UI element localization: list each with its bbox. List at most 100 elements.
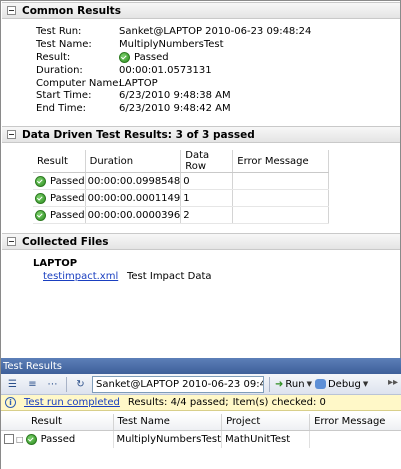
toolbar: ☰ ≡ ⋯ ↻ Sanket@LAPTOP 2010-06-23 09:4 ▼ …	[1, 374, 401, 395]
row-duration: 00:00:00.0998548	[85, 172, 182, 190]
field-label: Computer Name:	[36, 77, 122, 89]
row-result: Passed	[50, 209, 85, 221]
row-result: Passed	[50, 175, 85, 187]
row-error	[232, 189, 330, 207]
field-value-result: Passed	[119, 51, 169, 63]
debug-label: Debug	[327, 378, 361, 390]
window-titlebar: Test Results	[1, 358, 401, 374]
field-value: 00:00:01.0573131	[119, 64, 212, 76]
row-data-row: 2	[180, 206, 234, 224]
table-row[interactable]: □ Passed MultiplyNumbersTest MathUnitTes…	[1, 430, 401, 448]
column-header[interactable]: Data Row	[180, 150, 234, 173]
chevron-down-icon[interactable]: ▼	[307, 380, 312, 388]
info-icon: i	[5, 397, 16, 408]
passed-icon	[119, 51, 130, 63]
row-data-row: 1	[180, 189, 234, 207]
debug-button[interactable]: Debug ▼	[314, 378, 368, 390]
view-list-icon[interactable]: ☰	[4, 376, 21, 393]
chevron-down-icon[interactable]: ▼	[363, 380, 368, 388]
test-results-window: Test Results ☰ ≡ ⋯ ↻ Sanket@LAPTOP 2010-…	[1, 358, 401, 469]
row-error	[309, 430, 401, 448]
run-icon: ➜	[275, 378, 284, 390]
field-row: Computer Name: LAPTOP	[36, 77, 311, 90]
field-label: Start Time:	[36, 90, 92, 102]
field-value: 6/23/2010 9:48:38 AM	[119, 90, 231, 102]
passed-icon	[35, 209, 46, 221]
section-title: Data Driven Test Results: 3 of 3 passed	[22, 128, 255, 141]
section-data-driven-results[interactable]: Data Driven Test Results: 3 of 3 passed	[2, 126, 400, 143]
passed-icon	[25, 433, 37, 445]
items-checked: Item(s) checked: 0	[232, 397, 326, 408]
run-button[interactable]: ➜ Run ▼	[275, 379, 312, 390]
field-value: MultiplyNumbersTest	[119, 38, 224, 50]
run-label: Run	[285, 378, 305, 390]
table-row[interactable]: Passed 00:00:00.0998548 0	[33, 172, 330, 190]
row-checkbox[interactable]	[4, 434, 14, 445]
run-status-bar: i Test run completed Results: 4/4 passed…	[1, 395, 401, 411]
column-header[interactable]: Test Name	[113, 414, 223, 431]
test-result-report: Common Results Test Run: Sanket@LAPTOP 2…	[2, 2, 400, 346]
row-result: Passed	[50, 192, 85, 204]
row-result: Passed	[40, 433, 76, 445]
test-run-selector-value: Sanket@LAPTOP 2010-06-23 09:4	[96, 378, 264, 390]
column-header[interactable]: Project	[221, 414, 311, 431]
field-row: End Time: 6/23/2010 9:48:42 AM	[36, 102, 311, 115]
passed-icon	[35, 175, 46, 187]
table-row[interactable]: Passed 00:00:00.0000396 2	[33, 206, 330, 224]
filter-icon[interactable]: ⋯	[44, 376, 61, 393]
section-collected-files[interactable]: Collected Files	[2, 233, 400, 250]
toolbar-separator	[66, 376, 67, 392]
table-row[interactable]: Passed 00:00:00.0001149 1	[33, 189, 330, 207]
row-error	[232, 206, 330, 224]
field-row: Result: Passed	[36, 51, 311, 64]
test-item-icon: □	[16, 434, 24, 444]
column-header[interactable]: Error Message	[309, 414, 401, 431]
collapse-icon[interactable]	[7, 130, 16, 139]
column-header[interactable]: Duration	[85, 150, 182, 173]
field-row: Test Run: Sanket@LAPTOP 2010-06-23 09:48…	[36, 25, 311, 38]
section-title: Collected Files	[22, 235, 109, 248]
window-frame: Common Results Test Run: Sanket@LAPTOP 2…	[0, 0, 401, 469]
test-run-completed-link[interactable]: Test run completed	[24, 397, 120, 408]
debug-icon	[314, 379, 326, 389]
test-results-grid: Result Test Name Project Error Message □…	[1, 414, 401, 448]
row-data-row: 0	[180, 172, 234, 190]
field-label: Test Name:	[36, 38, 92, 50]
toolbar-separator	[269, 376, 270, 392]
results-summary: Results: 4/4 passed;	[127, 397, 229, 408]
group-icon[interactable]: ≡	[24, 376, 41, 393]
field-label: Test Run:	[36, 25, 82, 37]
collapse-icon[interactable]	[7, 237, 16, 246]
test-run-selector[interactable]: Sanket@LAPTOP 2010-06-23 09:4 ▼	[92, 375, 264, 393]
field-value: 6/23/2010 9:48:42 AM	[119, 103, 231, 115]
collapse-icon[interactable]	[7, 6, 16, 15]
row-test-name: MultiplyNumbersTest	[113, 430, 223, 448]
column-header[interactable]: Result	[1, 414, 114, 431]
section-common-results[interactable]: Common Results	[2, 2, 400, 19]
common-results-fields: Test Run: Sanket@LAPTOP 2010-06-23 09:48…	[36, 25, 311, 115]
collected-machine-name: LAPTOP	[33, 258, 78, 269]
field-row: Test Name: MultiplyNumbersTest	[36, 38, 311, 51]
field-row: Start Time: 6/23/2010 9:48:38 AM	[36, 89, 311, 102]
field-label: End Time:	[36, 103, 87, 115]
field-label: Result:	[36, 51, 71, 63]
column-header[interactable]: Result	[33, 150, 86, 173]
file-description: Test Impact Data	[127, 271, 212, 282]
overflow-icon[interactable]: ▸▸	[388, 377, 398, 388]
file-link[interactable]: testimpact.xml	[43, 271, 127, 282]
column-header[interactable]: Error Message	[232, 150, 330, 173]
field-value: LAPTOP	[119, 77, 158, 89]
row-duration: 00:00:00.0001149	[85, 189, 182, 207]
refresh-icon[interactable]: ↻	[72, 376, 89, 393]
field-label: Duration:	[36, 64, 83, 76]
collected-file-row: testimpact.xml Test Impact Data	[43, 271, 212, 282]
section-title: Common Results	[22, 4, 121, 17]
row-duration: 00:00:00.0000396	[85, 206, 182, 224]
field-row: Duration: 00:00:01.0573131	[36, 64, 311, 77]
passed-icon	[35, 192, 46, 204]
row-project: MathUnitTest	[221, 430, 311, 448]
data-driven-grid: Result Duration Data Row Error Message P…	[33, 150, 330, 224]
field-value: Sanket@LAPTOP 2010-06-23 09:48:24	[119, 25, 312, 37]
result-text: Passed	[134, 51, 169, 63]
row-error	[232, 172, 330, 190]
